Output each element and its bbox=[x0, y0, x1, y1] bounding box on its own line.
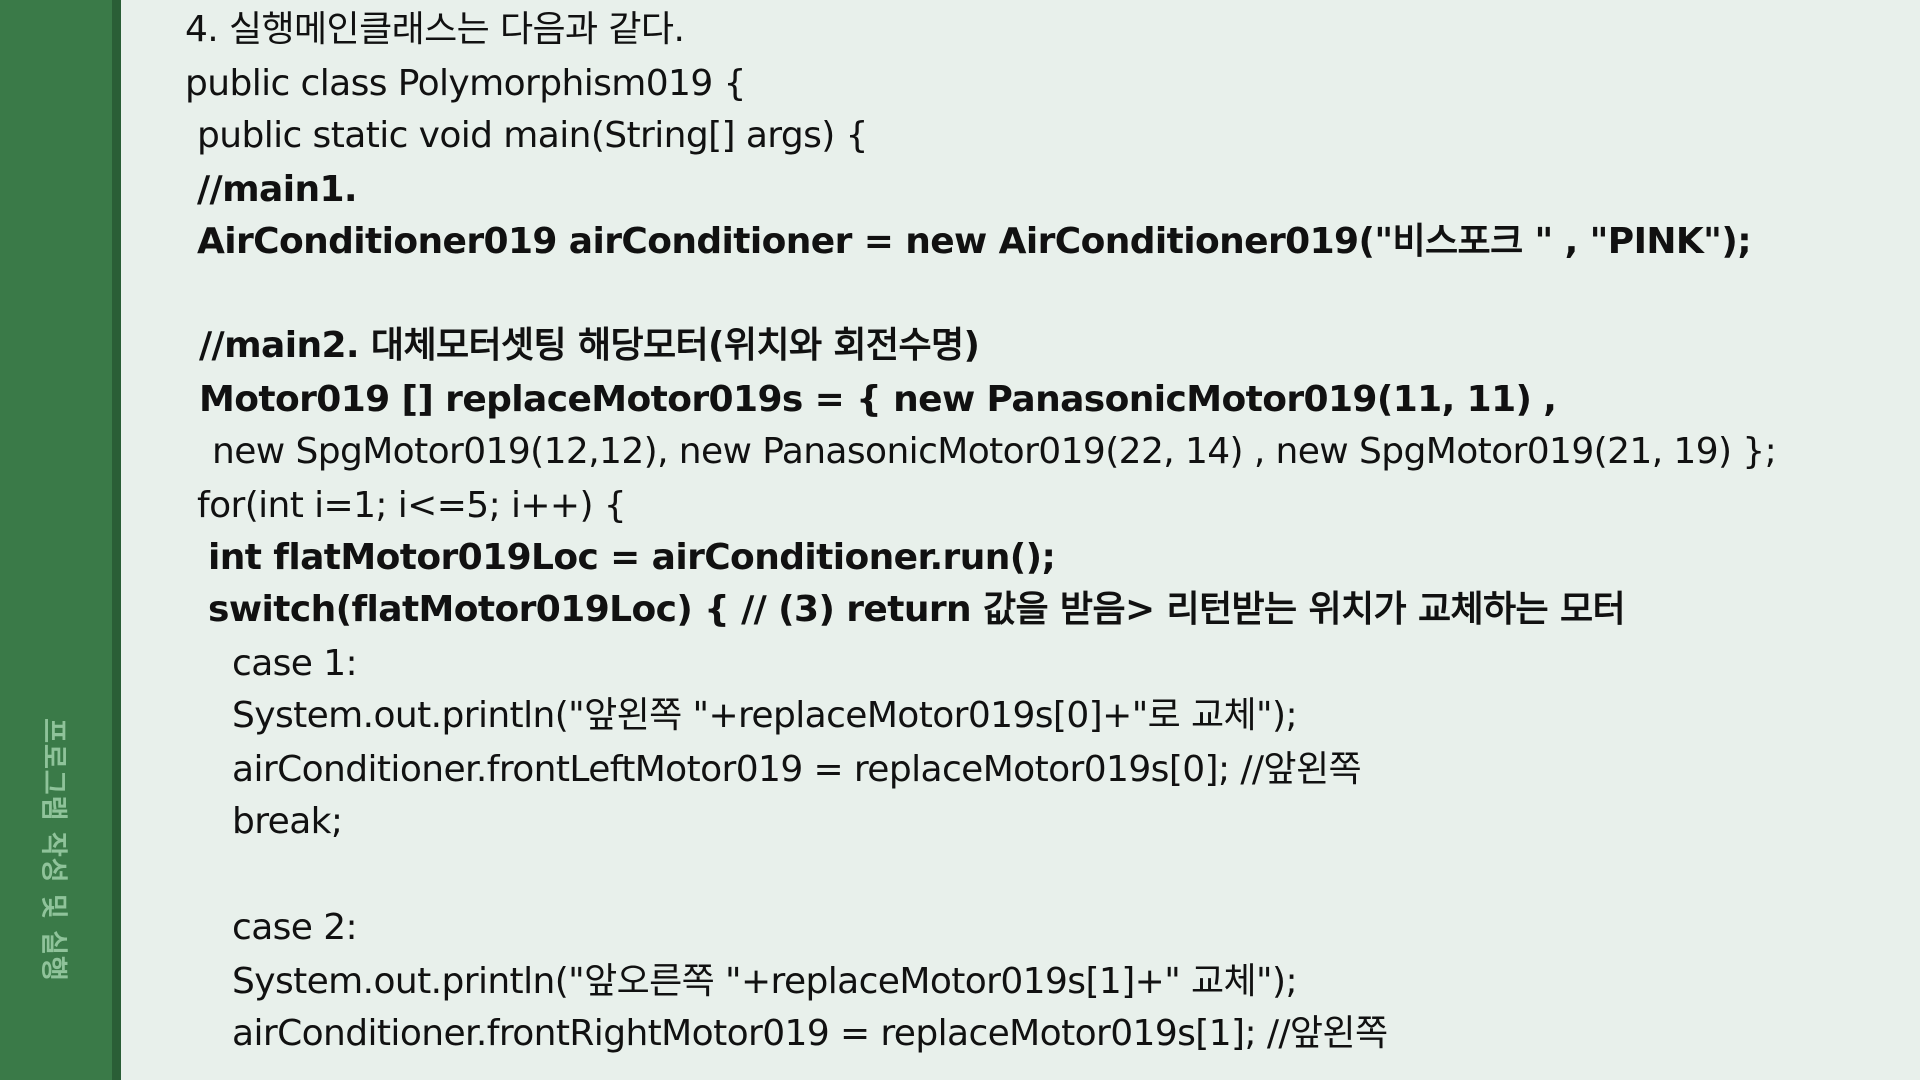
code-line: new SpgMotor019(12,12), new PanasonicMot… bbox=[212, 431, 1777, 472]
code-line: //main1. bbox=[197, 169, 358, 210]
code-line: public class Polymorphism019 { bbox=[185, 63, 746, 104]
code-line: 4. 실행메인클래스는 다음과 같다. bbox=[185, 9, 685, 50]
slide: 프로그램 작성 및 실행 4. 실행메인클래스는 다음과 같다. public … bbox=[0, 0, 1920, 1080]
code-line: case 1: bbox=[232, 643, 358, 684]
code-line: airConditioner.frontRightMotor019 = repl… bbox=[232, 1013, 1388, 1054]
code-line: System.out.println("앞오른쪽 "+replaceMotor0… bbox=[232, 961, 1298, 1002]
code-block: 4. 실행메인클래스는 다음과 같다. public class Polymor… bbox=[0, 0, 1920, 1080]
code-line: public static void main(String[] args) { bbox=[197, 115, 868, 156]
code-line: break; bbox=[232, 801, 343, 842]
code-line: int flatMotor019Loc = airConditioner.run… bbox=[208, 537, 1056, 578]
code-line: switch(flatMotor019Loc) { // (3) return … bbox=[208, 589, 1626, 630]
code-line: airConditioner.frontLeftMotor019 = repla… bbox=[232, 749, 1362, 790]
code-line: AirConditioner019 airConditioner = new A… bbox=[197, 221, 1752, 262]
code-line: case 2: bbox=[232, 907, 358, 948]
code-line: System.out.println("앞왼쪽 "+replaceMotor01… bbox=[232, 695, 1298, 736]
code-line: //main2. 대체모터셋팅 해당모터(위치와 회전수명) bbox=[199, 325, 980, 366]
code-line: for(int i=1; i<=5; i++) { bbox=[197, 485, 627, 526]
code-line: Motor019 [] replaceMotor019s = { new Pan… bbox=[199, 379, 1557, 420]
